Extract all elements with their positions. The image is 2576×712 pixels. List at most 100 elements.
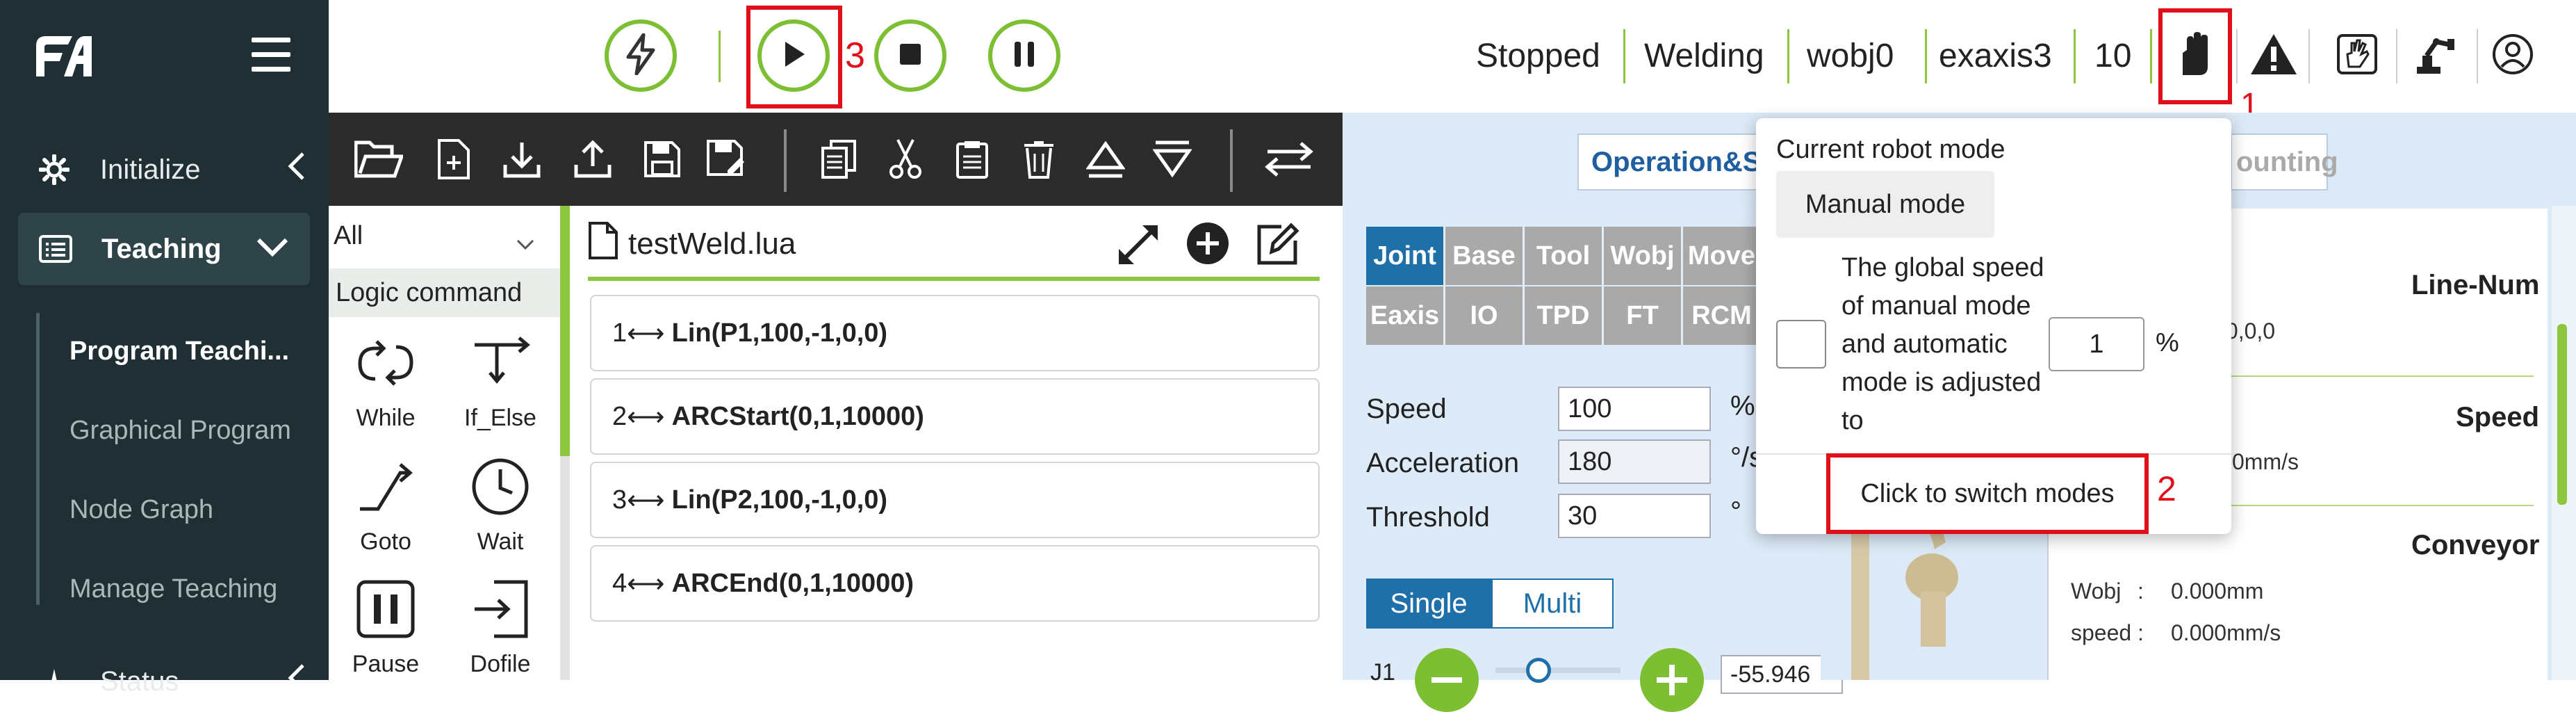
copy-button[interactable] (814, 139, 863, 182)
cmd-if-else[interactable]: If_Else (445, 328, 556, 432)
editor-header-underline (588, 277, 1320, 281)
cmd-dofile[interactable]: Dofile (445, 574, 556, 678)
jog-tab-ft[interactable]: FT (1604, 286, 1683, 345)
tab-label: ounting (2236, 146, 2338, 177)
move-down-icon (1152, 140, 1192, 182)
jog-tab-move[interactable]: Move (1683, 227, 1762, 285)
program-line[interactable]: 3 ⟷ Lin(P2,100,-1,0,0) (590, 462, 1320, 538)
delete-button[interactable] (1015, 139, 1063, 182)
jog-tab-tool[interactable]: Tool (1525, 227, 1604, 285)
edit-button[interactable] (1254, 221, 1301, 272)
wobj-indicator[interactable]: wobj0 (1807, 28, 1894, 83)
global-speed-checkbox[interactable] (1776, 320, 1826, 369)
import-button[interactable] (498, 139, 546, 182)
move-up-button[interactable] (1081, 139, 1130, 182)
open-button[interactable] (354, 139, 404, 182)
cmd-pause[interactable]: Pause (330, 574, 441, 678)
nav-item-teaching[interactable]: Teaching (18, 213, 310, 285)
jog-tab-io[interactable]: IO (1445, 286, 1525, 345)
pause-button[interactable] (988, 19, 1060, 92)
stop-button[interactable] (874, 19, 946, 92)
paste-button[interactable] (948, 139, 996, 182)
global-speed-input[interactable]: 1 (2049, 317, 2144, 371)
robot-mode-button[interactable] (2167, 26, 2225, 85)
jog-tab-base[interactable]: Base (1445, 227, 1525, 285)
cmd-wait[interactable]: Wait (445, 452, 556, 556)
upload-icon (573, 139, 612, 182)
clock-icon (466, 452, 535, 521)
save-button[interactable] (638, 139, 687, 182)
nav-item-initialize[interactable]: Initialize (36, 149, 314, 191)
user-button[interactable] (2484, 26, 2542, 85)
expand-button[interactable] (1115, 221, 1162, 272)
speed-indicator[interactable]: 10 (2094, 28, 2131, 83)
move-up-icon (1085, 140, 1126, 182)
panel-scrollbar[interactable] (560, 206, 570, 456)
line-number: 4 (612, 568, 627, 598)
threshold-input[interactable]: 30 (1558, 494, 1711, 538)
desc-line: of manual mode (1841, 291, 2031, 321)
robot-settings-button[interactable] (2406, 26, 2464, 85)
import-file-icon (466, 574, 535, 644)
enable-button[interactable] (605, 19, 677, 92)
drag-arrow-icon: ⟷ (627, 318, 665, 348)
info-scrollbar[interactable] (2552, 206, 2576, 680)
single-mode-button[interactable]: Single (1366, 578, 1491, 629)
new-file-icon (436, 138, 471, 183)
joint-minus-button[interactable] (1415, 648, 1479, 712)
cmd-goto[interactable]: Goto (330, 452, 441, 556)
speed-input[interactable]: 100 (1558, 387, 1711, 431)
sidebar: Initialize Teaching Program Teachi... Gr… (0, 0, 329, 697)
nav-item-status[interactable]: Status (36, 661, 314, 702)
divider (1787, 29, 1789, 83)
run-button[interactable] (757, 19, 830, 92)
switch-mode-button[interactable]: Click to switch modes (1826, 453, 2149, 534)
jog-tab-wobj[interactable]: Wobj (1604, 227, 1683, 285)
subnav-manage-teaching[interactable]: Manage Teaching (69, 574, 277, 604)
program-line[interactable]: 1 ⟷ Lin(P1,100,-1,0,0) (590, 295, 1320, 371)
jog-tab-eaxis[interactable]: Eaxis (1366, 286, 1445, 345)
speed-label: Speed (1366, 394, 1447, 424)
exaxis-indicator[interactable]: exaxis3 (1939, 28, 2052, 83)
program-line[interactable]: 2 ⟷ ARCStart(0,1,10000) (590, 378, 1320, 455)
tab-label: Tool (1536, 241, 1591, 270)
joint-slider-track[interactable] (1495, 668, 1621, 673)
subnav-program-teaching[interactable]: Program Teachi... (69, 337, 289, 366)
program-line[interactable]: 4 ⟷ ARCEnd(0,1,10000) (590, 545, 1320, 622)
swap-button[interactable] (1265, 139, 1313, 182)
jog-tab-joint[interactable]: Joint (1366, 227, 1445, 285)
save-as-button[interactable] (702, 139, 750, 182)
popup-title: Current robot mode (1776, 135, 2005, 164)
jog-tab-tpd[interactable]: TPD (1525, 286, 1604, 345)
line-code: ARCEnd(0,1,10000) (671, 568, 914, 598)
process-mode[interactable]: Welding (1644, 28, 1764, 83)
divider (2477, 29, 2478, 83)
new-button[interactable] (429, 138, 478, 183)
command-category[interactable]: Logic command (329, 268, 561, 317)
acceleration-input[interactable]: 180 (1558, 439, 1711, 484)
divider (719, 31, 721, 82)
joint-label: J1 (1370, 659, 1395, 686)
tab-label: Wobj (1610, 241, 1675, 270)
subnav-graphical-program[interactable]: Graphical Program (69, 416, 291, 446)
desc-line: The global speed (1841, 253, 2044, 282)
joint-slider-thumb[interactable] (1526, 658, 1551, 683)
cmd-while[interactable]: While (330, 328, 441, 432)
speed-unit: % (1730, 391, 1755, 421)
line-code: ARCStart(0,1,10000) (671, 401, 924, 431)
subnav-node-graph[interactable]: Node Graph (69, 495, 213, 525)
menu-toggle-button[interactable] (252, 38, 290, 72)
alarm-button[interactable] (2245, 26, 2303, 85)
hand-guide-button[interactable] (2328, 26, 2386, 85)
add-command-button[interactable] (1186, 221, 1230, 269)
export-button[interactable] (568, 139, 617, 182)
tab-mounting[interactable]: ounting (2231, 134, 2338, 191)
tab-operation-status[interactable]: Operation&St (1577, 134, 1785, 191)
multi-mode-button[interactable]: Multi (1491, 578, 1614, 629)
jog-tab-rcm[interactable]: RCM (1683, 286, 1762, 345)
joint-plus-button[interactable] (1640, 648, 1704, 712)
desc-line: to (1841, 406, 1864, 435)
cut-button[interactable] (881, 138, 930, 182)
move-down-button[interactable] (1148, 139, 1197, 182)
command-filter-select[interactable]: All (334, 213, 549, 259)
